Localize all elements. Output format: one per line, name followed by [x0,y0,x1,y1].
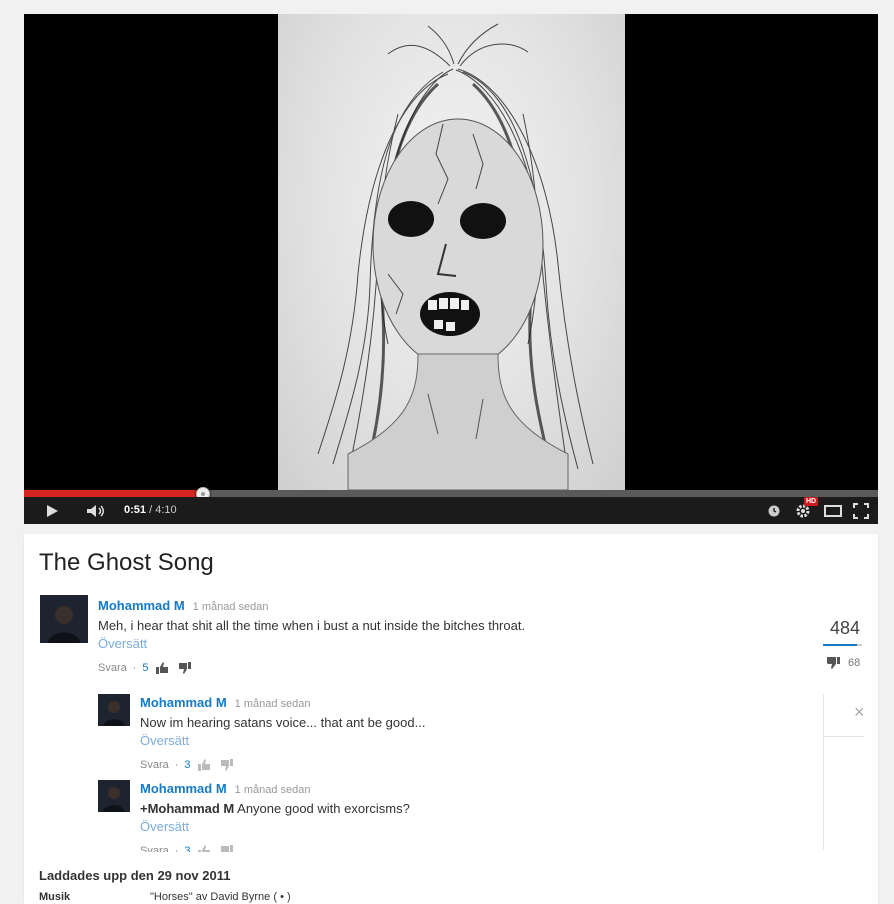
close-icon[interactable]: × [854,702,865,723]
video-title: The Ghost Song [39,549,214,576]
dislike-count: 68 [848,657,861,669]
time-separator: / [146,504,156,516]
comment-like-count: 5 [142,662,149,674]
hd-badge: HD [804,497,819,506]
thumbs-up-icon[interactable] [155,661,171,675]
progress-played [24,490,204,497]
actions-separator: · [132,662,137,674]
time-display: 0:51 / 4:10 [124,504,177,516]
translate-link[interactable]: Översätt [140,733,189,748]
settings-icon[interactable]: HD [792,497,819,524]
fullscreen-icon[interactable] [850,497,872,524]
actions-separator: · [174,759,179,771]
upload-date: Laddades upp den 29 nov 2011 [39,868,231,883]
comment-text: Meh, i hear that shit all the time when … [98,618,526,633]
comment-like-count: 3 [184,759,191,771]
side-panel: × [823,694,878,850]
comment-author[interactable]: Mohammad M [140,781,227,796]
comment-actions: Svara · 5 [98,661,525,675]
comment-author[interactable]: Mohammad M [140,695,227,710]
sentiment-like-fill [822,644,858,646]
reply-link[interactable]: Svara [140,759,169,771]
video-frame[interactable] [278,14,625,490]
dislike-button[interactable]: 68 [826,656,860,670]
progress-bar[interactable] [24,490,878,497]
video-still-ghost-illustration [317,23,594,490]
volume-icon[interactable] [82,497,110,524]
comment-text-body: Anyone good with exorcisms? [234,801,410,816]
music-label: Musik [39,891,71,903]
comment-mention[interactable]: +Mohammad M [140,801,234,816]
like-count: 484 [830,618,861,638]
theater-mode-icon[interactable] [822,497,844,524]
comment-actions: Svara · 3 [140,758,425,772]
play-icon[interactable] [38,497,66,524]
reply-link[interactable]: Svara [98,662,127,674]
comment-time[interactable]: 1 månad sedan [235,784,311,796]
sentiment-bar [822,644,862,646]
total-time: 4:10 [155,504,177,516]
current-time: 0:51 [124,504,147,516]
music-value: "Horses" av David Byrne ( • ) [150,891,291,903]
watch-later-icon[interactable] [764,497,784,524]
divider [824,736,864,737]
translate-link[interactable]: Översätt [98,636,147,651]
avatar[interactable] [98,780,130,812]
comment-time[interactable]: 1 månad sedan [235,698,311,710]
thumbs-down-icon[interactable] [219,758,235,772]
avatar[interactable] [98,694,130,726]
comment-text: Now im hearing satans voice... that ant … [140,715,426,730]
comments-popup: Mohammad M 1 månad sedan Meh, i hear that… [24,590,823,857]
thumbs-down-icon [827,657,840,669]
comment-author[interactable]: Mohammad M [98,598,185,613]
video-player[interactable]: 0:51 / 4:10 HD [24,14,878,524]
translate-link[interactable]: Översätt [140,819,189,834]
comment-text: +Mohammad M Anyone good with exorcisms? [140,801,410,816]
video-metadata: Laddades upp den 29 nov 2011 Musik "Hors… [24,852,878,904]
player-controls: 0:51 / 4:10 HD [24,497,878,524]
thumbs-up-icon[interactable] [197,758,213,772]
comment-time[interactable]: 1 månad sedan [193,601,269,613]
thumbs-down-icon[interactable] [177,661,193,675]
avatar[interactable] [40,595,88,643]
